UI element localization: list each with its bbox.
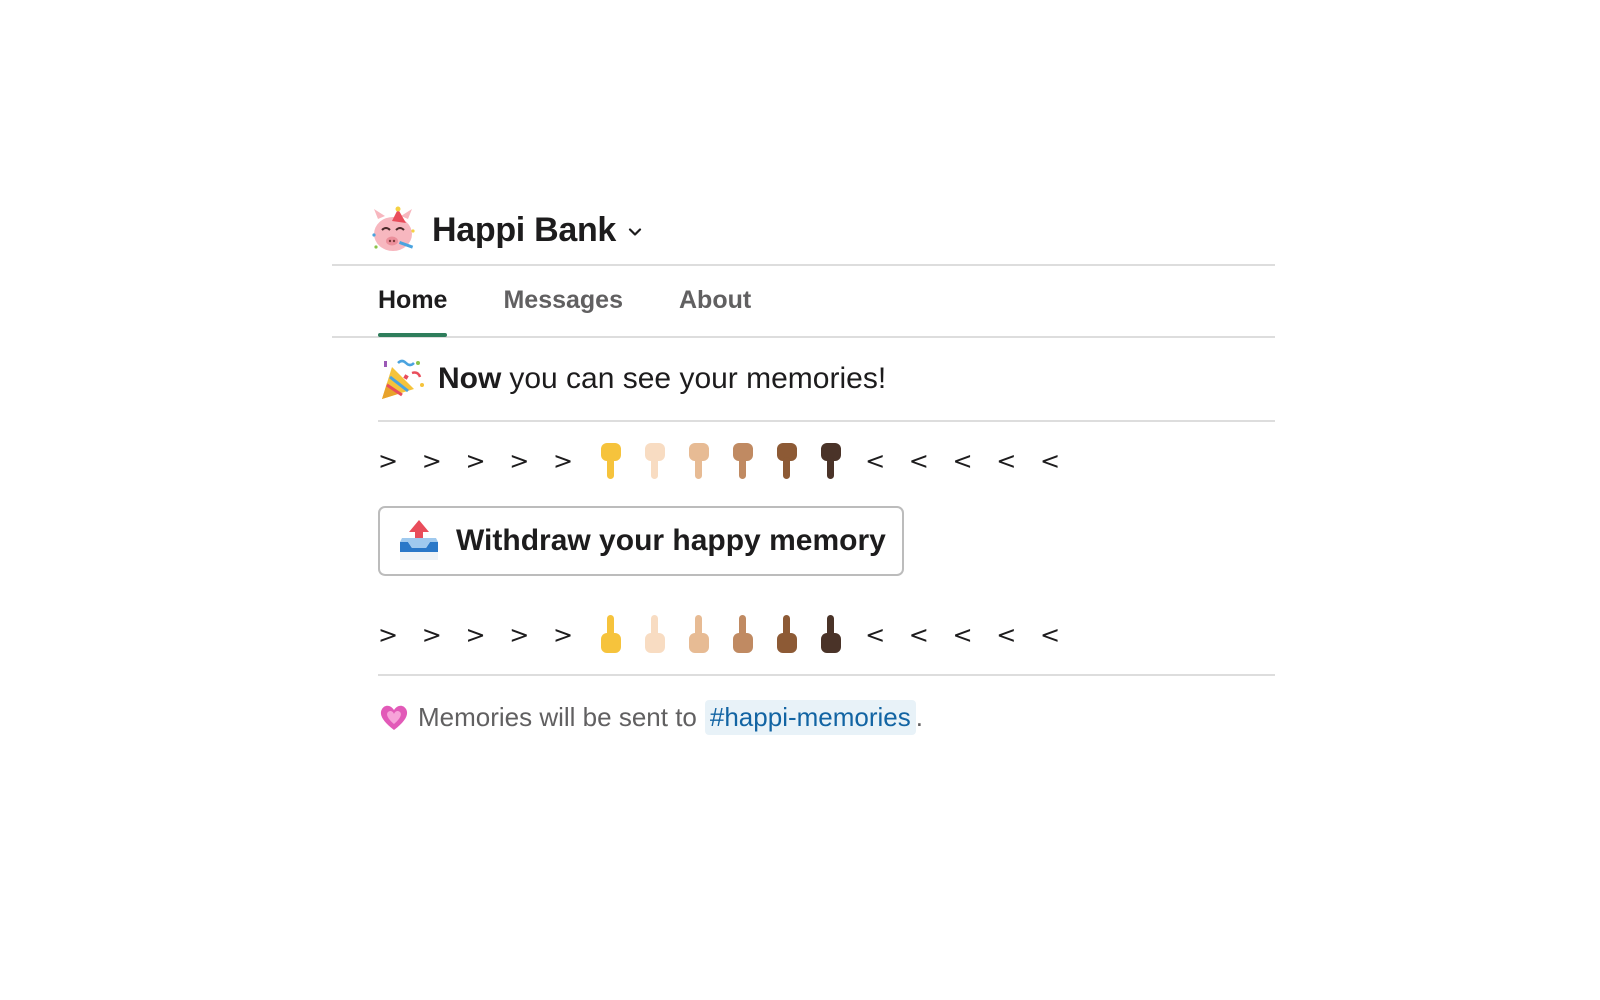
footer-text: Memories will be sent to (418, 701, 697, 732)
pointing-up-icon (645, 615, 666, 653)
pointing-down-icon (821, 443, 842, 479)
right-arrows: < < < < < (865, 447, 1069, 475)
headline-text: you can see your memories! (509, 362, 887, 395)
pointing-up-icon (689, 615, 710, 653)
headline-bold-text: Now (438, 362, 502, 395)
footer-note: Memories will be sent to #happi-memories… (378, 676, 1275, 758)
pointing-up-icon (733, 615, 754, 653)
tab-messages[interactable]: Messages (503, 266, 623, 336)
pointing-down-icon (601, 443, 622, 479)
left-arrows: > > > > > (378, 447, 582, 475)
withdraw-button-label: Withdraw your happy memory (456, 524, 886, 557)
app-switcher[interactable]: Happi Bank (432, 211, 642, 250)
left-arrows: > > > > > (378, 621, 582, 649)
pointing-down-icon (689, 443, 710, 479)
withdraw-memory-button[interactable]: Withdraw your happy memory (378, 506, 904, 576)
chevron-down-icon (628, 228, 642, 236)
pointing-down-icon (733, 443, 754, 479)
pointing-up-icon (821, 615, 842, 653)
home-content: Now you can see your memories! > > > > >… (332, 338, 1275, 758)
pointing-up-icon (601, 615, 622, 653)
pointing-down-row: > > > > > < < < < < (378, 422, 1275, 500)
growing-heart-icon (380, 705, 408, 730)
outbox-tray-icon (400, 520, 438, 560)
channel-link[interactable]: #happi-memories (704, 699, 916, 735)
party-popper-icon (382, 359, 424, 399)
right-arrows: < < < < < (865, 621, 1069, 649)
app-name: Happi Bank (432, 210, 617, 249)
app-home-view: Happi Bank Home Messages About Now you c… (332, 196, 1275, 758)
party-pig-icon (372, 206, 415, 251)
headline: Now you can see your memories! (378, 338, 1275, 420)
footer-suffix: . (915, 701, 923, 732)
pointing-down-icon (777, 443, 798, 479)
tab-about[interactable]: About (679, 266, 751, 336)
pointing-down-icon (645, 443, 666, 479)
pointing-up-icon (777, 615, 798, 653)
app-header: Happi Bank (332, 196, 1275, 264)
tab-bar: Home Messages About (332, 266, 1275, 337)
tab-home[interactable]: Home (378, 266, 448, 337)
pointing-up-row: > > > > > < < < < < (378, 596, 1275, 674)
